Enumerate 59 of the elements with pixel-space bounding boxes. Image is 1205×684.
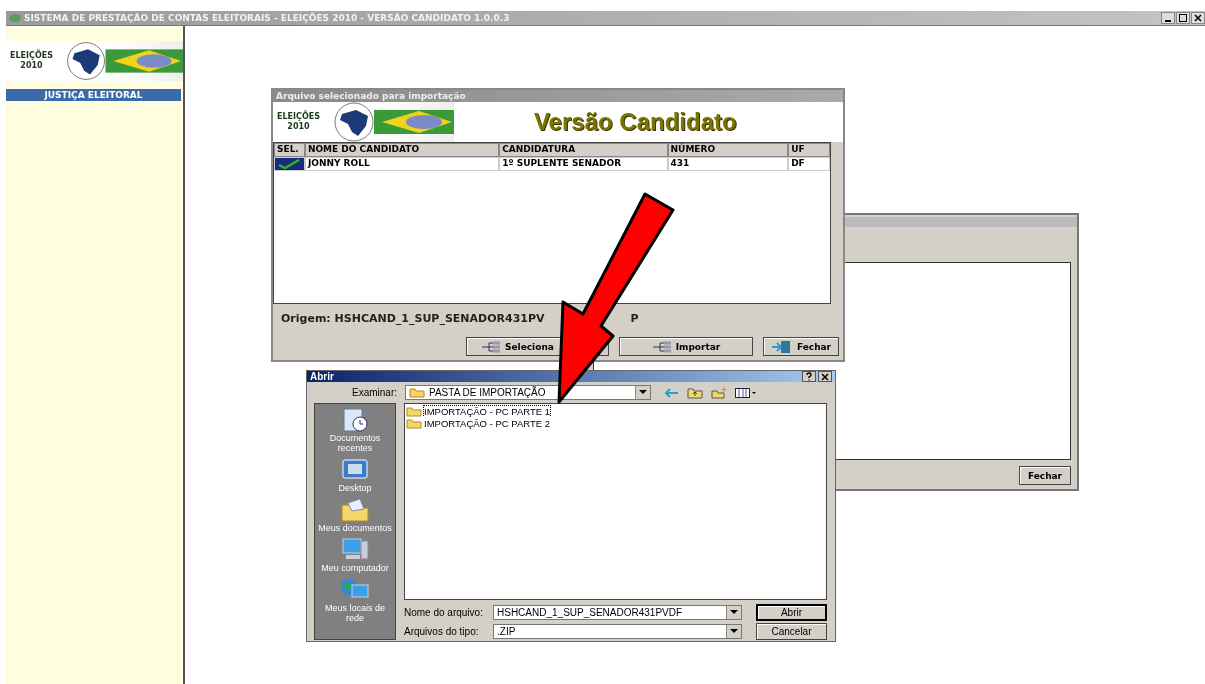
file-type-dropdown[interactable]: .ZIP	[493, 624, 742, 639]
column-header: SEL.	[274, 143, 305, 157]
close-icon	[1194, 14, 1202, 22]
column-header: NÚMERO	[667, 143, 789, 157]
look-in-dropdown[interactable]: PASTA DE IMPORTAÇÃO	[405, 385, 651, 400]
dialog-title: Abrir	[310, 371, 334, 382]
cancel-button[interactable]: Cancelar	[756, 623, 827, 640]
folder-item[interactable]: IMPORTAÇÃO - PC PARTE 1	[406, 405, 551, 417]
app-icon	[8, 13, 22, 23]
origin-text: Origem: HSHCAND_1_SUP_SENADOR431PV	[281, 312, 545, 325]
table-cell: JONNY ROLL	[304, 157, 500, 171]
logo-text: ELEIÇÕES 2010	[10, 51, 53, 71]
file-name-field[interactable]: HSHCAND_1_SUP_SENADOR431PVDF	[493, 605, 742, 620]
dropdown-arrow-icon[interactable]	[730, 610, 738, 615]
maximize-icon	[1179, 14, 1187, 22]
dropdown-arrow-icon[interactable]	[730, 629, 738, 634]
close-button[interactable]: Fechar	[763, 337, 839, 356]
file-type-label: Arquivos do tipo:	[404, 626, 480, 637]
folder-icon	[340, 497, 370, 523]
close-button[interactable]	[818, 371, 832, 382]
origin-text-fragment: P	[630, 312, 639, 325]
place-item[interactable]: Meus locais de rede	[317, 577, 393, 623]
dialog-title: Arquivo selecionado para importação	[273, 90, 843, 102]
check-icon	[277, 159, 301, 169]
view-menu-icon[interactable]	[735, 386, 757, 399]
dropdown-arrow-icon[interactable]	[639, 390, 647, 395]
logo-text: ELEIÇÕES 2010	[277, 112, 320, 132]
help-button[interactable]	[802, 371, 816, 382]
close-button[interactable]: Fechar	[1019, 466, 1071, 485]
minimize-button[interactable]	[1161, 12, 1175, 24]
selection-cell[interactable]	[274, 157, 305, 171]
table-cell: 431	[667, 157, 789, 171]
place-item[interactable]: Documentos recentes	[317, 407, 393, 453]
door-exit-icon	[770, 339, 793, 354]
up-folder-icon[interactable]	[687, 386, 703, 399]
clock-document-icon	[340, 407, 370, 433]
new-folder-icon[interactable]	[711, 386, 727, 399]
dialog-heading: Versão Candidato	[533, 108, 737, 136]
column-header: NOME DO CANDIDATO	[304, 143, 500, 157]
close-button[interactable]	[1191, 12, 1205, 24]
column-header: CANDIDATURA	[499, 143, 668, 157]
folder-item[interactable]: IMPORTAÇÃO - PC PARTE 2	[406, 417, 551, 429]
place-item[interactable]: Meus documentos	[317, 497, 393, 533]
import-button[interactable]: Importar	[619, 337, 753, 356]
table-cell: 1º SUPLENTE SENADOR	[499, 157, 668, 171]
place-item[interactable]: Meu computador	[317, 537, 393, 573]
open-button[interactable]: Abrir	[756, 604, 827, 621]
folder-icon	[409, 387, 425, 398]
network-icon	[481, 340, 501, 353]
column-header: UF	[788, 143, 830, 157]
table-cell: DF	[788, 157, 830, 171]
place-item[interactable]: Desktop	[317, 457, 393, 493]
file-name-label: Nome do arquivo:	[404, 607, 484, 618]
network-icon	[651, 340, 672, 353]
look-in-label: Examinar:	[351, 387, 397, 398]
computer-icon	[340, 537, 370, 563]
banner: JUSTIÇA ELEITORAL	[6, 89, 181, 101]
window-title: SISTEMA DE PRESTAÇÃO DE CONTAS ELEITORAIS - ELEIÇÕES 2010 - VERSÃO CANDIDATO 1.0.0.3	[24, 13, 510, 23]
maximize-button[interactable]	[1176, 12, 1190, 24]
